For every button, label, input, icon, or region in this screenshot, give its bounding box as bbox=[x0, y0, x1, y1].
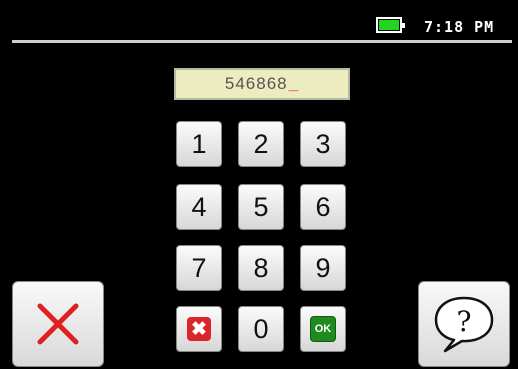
help-button[interactable]: ? bbox=[418, 281, 510, 367]
key-4[interactable]: 4 bbox=[176, 184, 222, 230]
backspace-x-icon: ✖ bbox=[187, 317, 211, 341]
key-5[interactable]: 5 bbox=[238, 184, 284, 230]
pin-input[interactable]: 546868 _ bbox=[174, 68, 350, 100]
key-7[interactable]: 7 bbox=[176, 245, 222, 291]
key-2[interactable]: 2 bbox=[238, 121, 284, 167]
cancel-button[interactable] bbox=[12, 281, 104, 367]
key-6[interactable]: 6 bbox=[300, 184, 346, 230]
ok-button[interactable]: OK bbox=[300, 306, 346, 352]
status-bar: 7:18 PM bbox=[12, 10, 512, 43]
clock: 7:18 PM bbox=[424, 18, 495, 36]
question-speech-bubble-icon: ? bbox=[434, 296, 494, 353]
key-3[interactable]: 3 bbox=[300, 121, 346, 167]
key-9[interactable]: 9 bbox=[300, 245, 346, 291]
key-1[interactable]: 1 bbox=[176, 121, 222, 167]
pin-value: 546868 bbox=[224, 74, 288, 93]
svg-text:?: ? bbox=[456, 305, 471, 338]
close-x-icon bbox=[37, 303, 79, 345]
battery-icon bbox=[376, 17, 405, 33]
key-0[interactable]: 0 bbox=[238, 306, 284, 352]
delete-button[interactable]: ✖ bbox=[176, 306, 222, 352]
key-8[interactable]: 8 bbox=[238, 245, 284, 291]
ok-icon: OK bbox=[310, 316, 336, 342]
pin-cursor: _ bbox=[288, 74, 300, 93]
